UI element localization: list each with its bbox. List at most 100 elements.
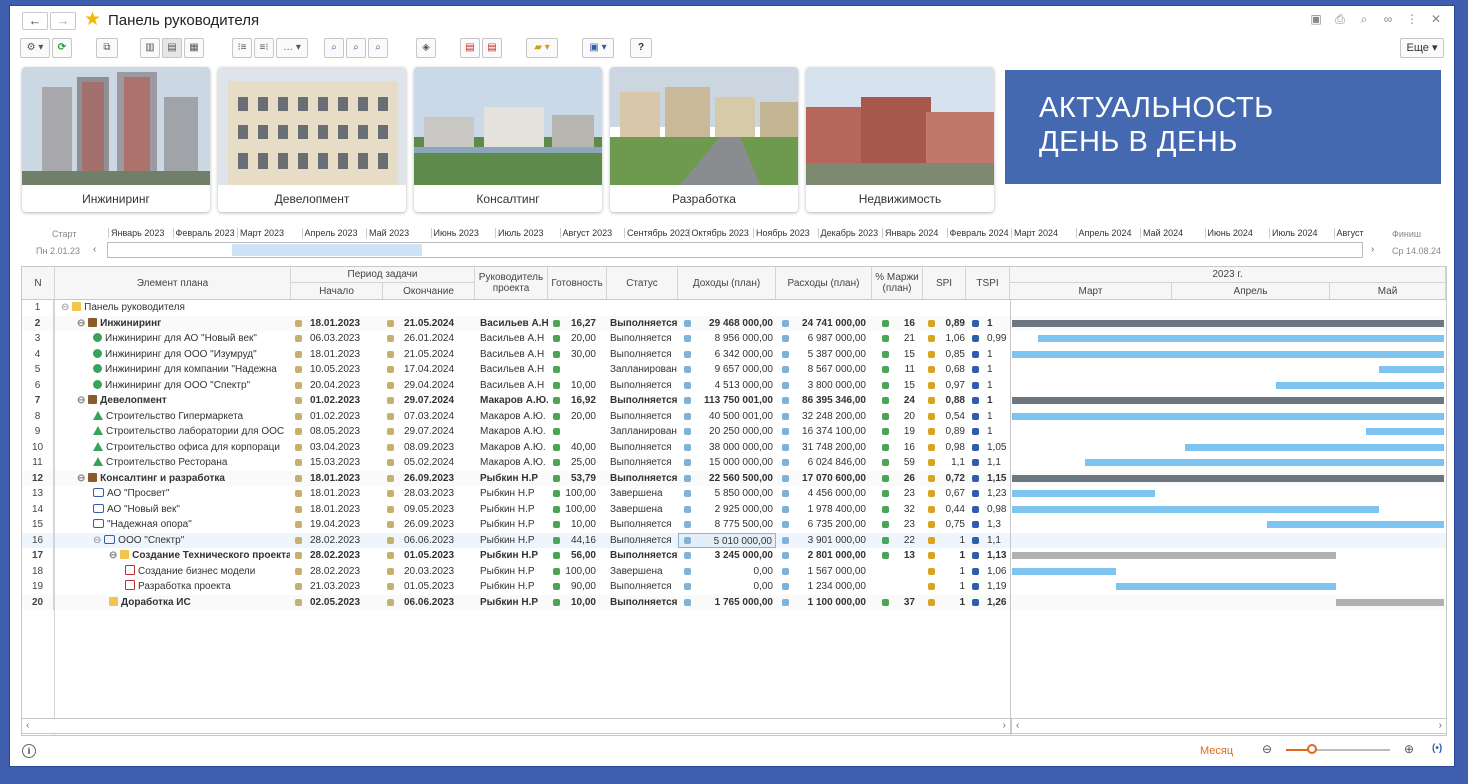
col-income[interactable]: Доходы (план) xyxy=(678,267,776,299)
scale-label[interactable]: Месяц xyxy=(1200,745,1233,757)
gantt-bar[interactable] xyxy=(1115,583,1336,590)
gantt-bar[interactable] xyxy=(1336,598,1444,606)
zoom-in-icon[interactable]: ⊕ xyxy=(1404,742,1414,756)
more-tools-dropdown[interactable]: … ▾ xyxy=(276,38,308,58)
gantt-horizontal-scrollbar[interactable]: ‹ › xyxy=(1011,718,1447,734)
table-row[interactable]: 15 "Надежная опора" 19.04.2023 26.09.2023 Ры… xyxy=(22,517,1446,533)
timeline-month[interactable]: Август xyxy=(1333,228,1364,238)
table-row[interactable]: 9 Строительство лаборатории для ООС 08.05.… xyxy=(22,424,1446,440)
table-row[interactable]: 16 ⊖ ООО "Спектр" 28.02.2023 06.06.2023 Рыбк… xyxy=(22,532,1446,548)
favorite-star-icon[interactable]: ★ xyxy=(84,9,101,31)
expand-toggle-icon[interactable]: ⊖ xyxy=(109,550,120,561)
expand-toggle-icon[interactable]: ⊖ xyxy=(77,473,88,484)
copy-button[interactable]: ⧉ xyxy=(96,38,118,58)
grid-horizontal-scrollbar[interactable]: ‹ › xyxy=(21,718,1011,734)
gantt-bar[interactable] xyxy=(1012,350,1444,358)
expand-toggle-icon[interactable]: ⊖ xyxy=(77,395,88,406)
settings-button[interactable]: ⚙ ▾ xyxy=(20,38,50,58)
table-row[interactable]: 14 АО "Новый век" 18.01.2023 09.05.2023 Рыбк… xyxy=(22,501,1446,517)
view-chart-button[interactable]: ▦ xyxy=(184,38,204,58)
timeline-month[interactable]: Декабрь 2023 xyxy=(817,228,878,238)
gantt-bar[interactable] xyxy=(1366,428,1444,435)
col-start[interactable]: Начало xyxy=(291,283,383,299)
col-manager[interactable]: Руководитель проекта xyxy=(475,267,548,299)
gantt-bar[interactable] xyxy=(1037,335,1444,342)
gantt-bar[interactable] xyxy=(1379,366,1444,373)
col-ready[interactable]: Готовность xyxy=(548,267,607,299)
table-row[interactable]: 2 ⊖ Инжиниринг 18.01.2023 21.05.2024 Василье… xyxy=(22,315,1446,331)
timeline-month[interactable]: Октябрь 2023 xyxy=(688,228,749,238)
table-row[interactable]: 11 Строительство Ресторана 15.03.2023 05.02… xyxy=(22,455,1446,471)
timeline-month[interactable]: Август 2023 xyxy=(559,228,612,238)
table-row[interactable]: 6 Инжиниринг для ООО "Спектр" 20.04.2023 29… xyxy=(22,377,1446,393)
gantt-bar[interactable] xyxy=(1012,474,1444,482)
table-row[interactable]: 8 Строительство Гипермаркета 01.02.2023 07.… xyxy=(22,408,1446,424)
outdent-button[interactable]: ≡⁝ xyxy=(254,38,274,58)
gantt-bar[interactable] xyxy=(1184,443,1444,451)
timeline-track[interactable] xyxy=(107,242,1363,258)
timeline-month[interactable]: Июль 2024 xyxy=(1269,228,1317,238)
more-button[interactable]: Еще ▾ xyxy=(1400,38,1444,58)
gantt-bar[interactable] xyxy=(1012,505,1380,513)
col-status[interactable]: Статус xyxy=(607,267,678,299)
timeline-month[interactable]: Январь 2023 xyxy=(108,228,164,238)
tile-dev-software[interactable]: Разработка xyxy=(610,67,798,212)
expand-toggle-icon[interactable]: ⊖ xyxy=(77,318,88,329)
gantt-bar[interactable] xyxy=(1012,412,1444,420)
table-row[interactable]: 18 Создание бизнес модели 28.02.2023 20.03.… xyxy=(22,563,1446,579)
timeline-month[interactable]: Март 2023 xyxy=(237,228,284,238)
zoom-in-icon[interactable]: ⌕ xyxy=(346,38,366,58)
col-expense[interactable]: Расходы (план) xyxy=(776,267,872,299)
table-row[interactable]: 5 Инжиниринг для компании "Надежна 10.05.2… xyxy=(22,362,1446,378)
preview-icon[interactable]: ⌕ xyxy=(1358,12,1370,27)
view-gantt-button[interactable]: ▤ xyxy=(162,38,182,58)
timeline-month[interactable]: Февраль 2023 xyxy=(172,228,235,238)
print-icon[interactable]: ⎙ xyxy=(1334,12,1346,27)
col-end[interactable]: Окончание xyxy=(383,283,475,299)
col-spi[interactable]: SPI xyxy=(923,267,966,299)
timeline-month[interactable]: Февраль 2024 xyxy=(946,228,1009,238)
tile-engineering[interactable]: Инжиниринг xyxy=(22,67,210,212)
tile-consulting[interactable]: Консалтинг xyxy=(414,67,602,212)
timeline-left-arrow[interactable]: ‹ xyxy=(93,244,96,255)
zoom-slider-handle[interactable] xyxy=(1307,744,1317,754)
save-icon[interactable]: ▣ xyxy=(1310,12,1322,27)
table-row[interactable]: 17 ⊖ Создание Технического проекта 28.02.2… xyxy=(22,548,1446,564)
gantt-bar[interactable] xyxy=(1012,552,1336,559)
timeline-month[interactable]: Июнь 2023 xyxy=(430,228,479,238)
report-pdf-icon[interactable]: ▤ xyxy=(482,38,502,58)
table-row[interactable]: 12 ⊖ Консалтинг и разработка 18.01.2023 26.… xyxy=(22,470,1446,486)
col-margin[interactable]: % Маржи (план) xyxy=(872,267,923,299)
timeline-month[interactable]: Май 2023 xyxy=(366,228,409,238)
gantt-bar[interactable] xyxy=(1012,319,1444,327)
expand-toggle-icon[interactable]: ⊖ xyxy=(61,302,72,313)
gantt-bar[interactable] xyxy=(1012,397,1444,404)
zoom-out-icon[interactable]: ⌕ xyxy=(368,38,388,58)
timeline-month[interactable]: Апрель 2023 xyxy=(301,228,358,238)
col-element[interactable]: Элемент плана xyxy=(55,267,291,299)
help-button[interactable]: ? xyxy=(630,38,652,58)
timeline-month[interactable]: Январь 2024 xyxy=(882,228,938,238)
timeline-month[interactable]: Март 2024 xyxy=(1011,228,1058,238)
timeline-month[interactable]: Июль 2023 xyxy=(495,228,543,238)
archive-button[interactable]: ◈ xyxy=(416,38,436,58)
link-icon[interactable]: ∞ xyxy=(1382,12,1394,27)
import-dropdown[interactable]: ▣ ▾ xyxy=(582,38,614,58)
tile-development[interactable]: Девелопмент xyxy=(218,67,406,212)
expand-toggle-icon[interactable]: ⊖ xyxy=(93,535,104,546)
col-tspi[interactable]: TSPI xyxy=(966,267,1010,299)
indent-button[interactable]: ⁝≡ xyxy=(232,38,252,58)
timeline-month[interactable]: Апрель 2024 xyxy=(1075,228,1132,238)
timeline-thumb[interactable] xyxy=(232,244,422,256)
back-button[interactable]: ← xyxy=(22,12,48,30)
tile-real-estate[interactable]: Недвижимость xyxy=(806,67,994,212)
timeline-right-arrow[interactable]: › xyxy=(1371,244,1374,255)
gantt-bar[interactable] xyxy=(1085,459,1444,466)
gantt-bar[interactable] xyxy=(1275,381,1444,389)
timeline-month[interactable]: Ноябрь 2023 xyxy=(753,228,810,238)
forward-button[interactable]: → xyxy=(50,12,76,30)
report-abc-icon[interactable]: ▤ xyxy=(460,38,480,58)
table-row[interactable]: 3 Инжиниринг для АО "Новый век" 06.03.2023… xyxy=(22,331,1446,347)
zoom-search-icon[interactable]: ⌕ xyxy=(324,38,344,58)
menu-icon[interactable]: ⋮ xyxy=(1406,12,1418,27)
